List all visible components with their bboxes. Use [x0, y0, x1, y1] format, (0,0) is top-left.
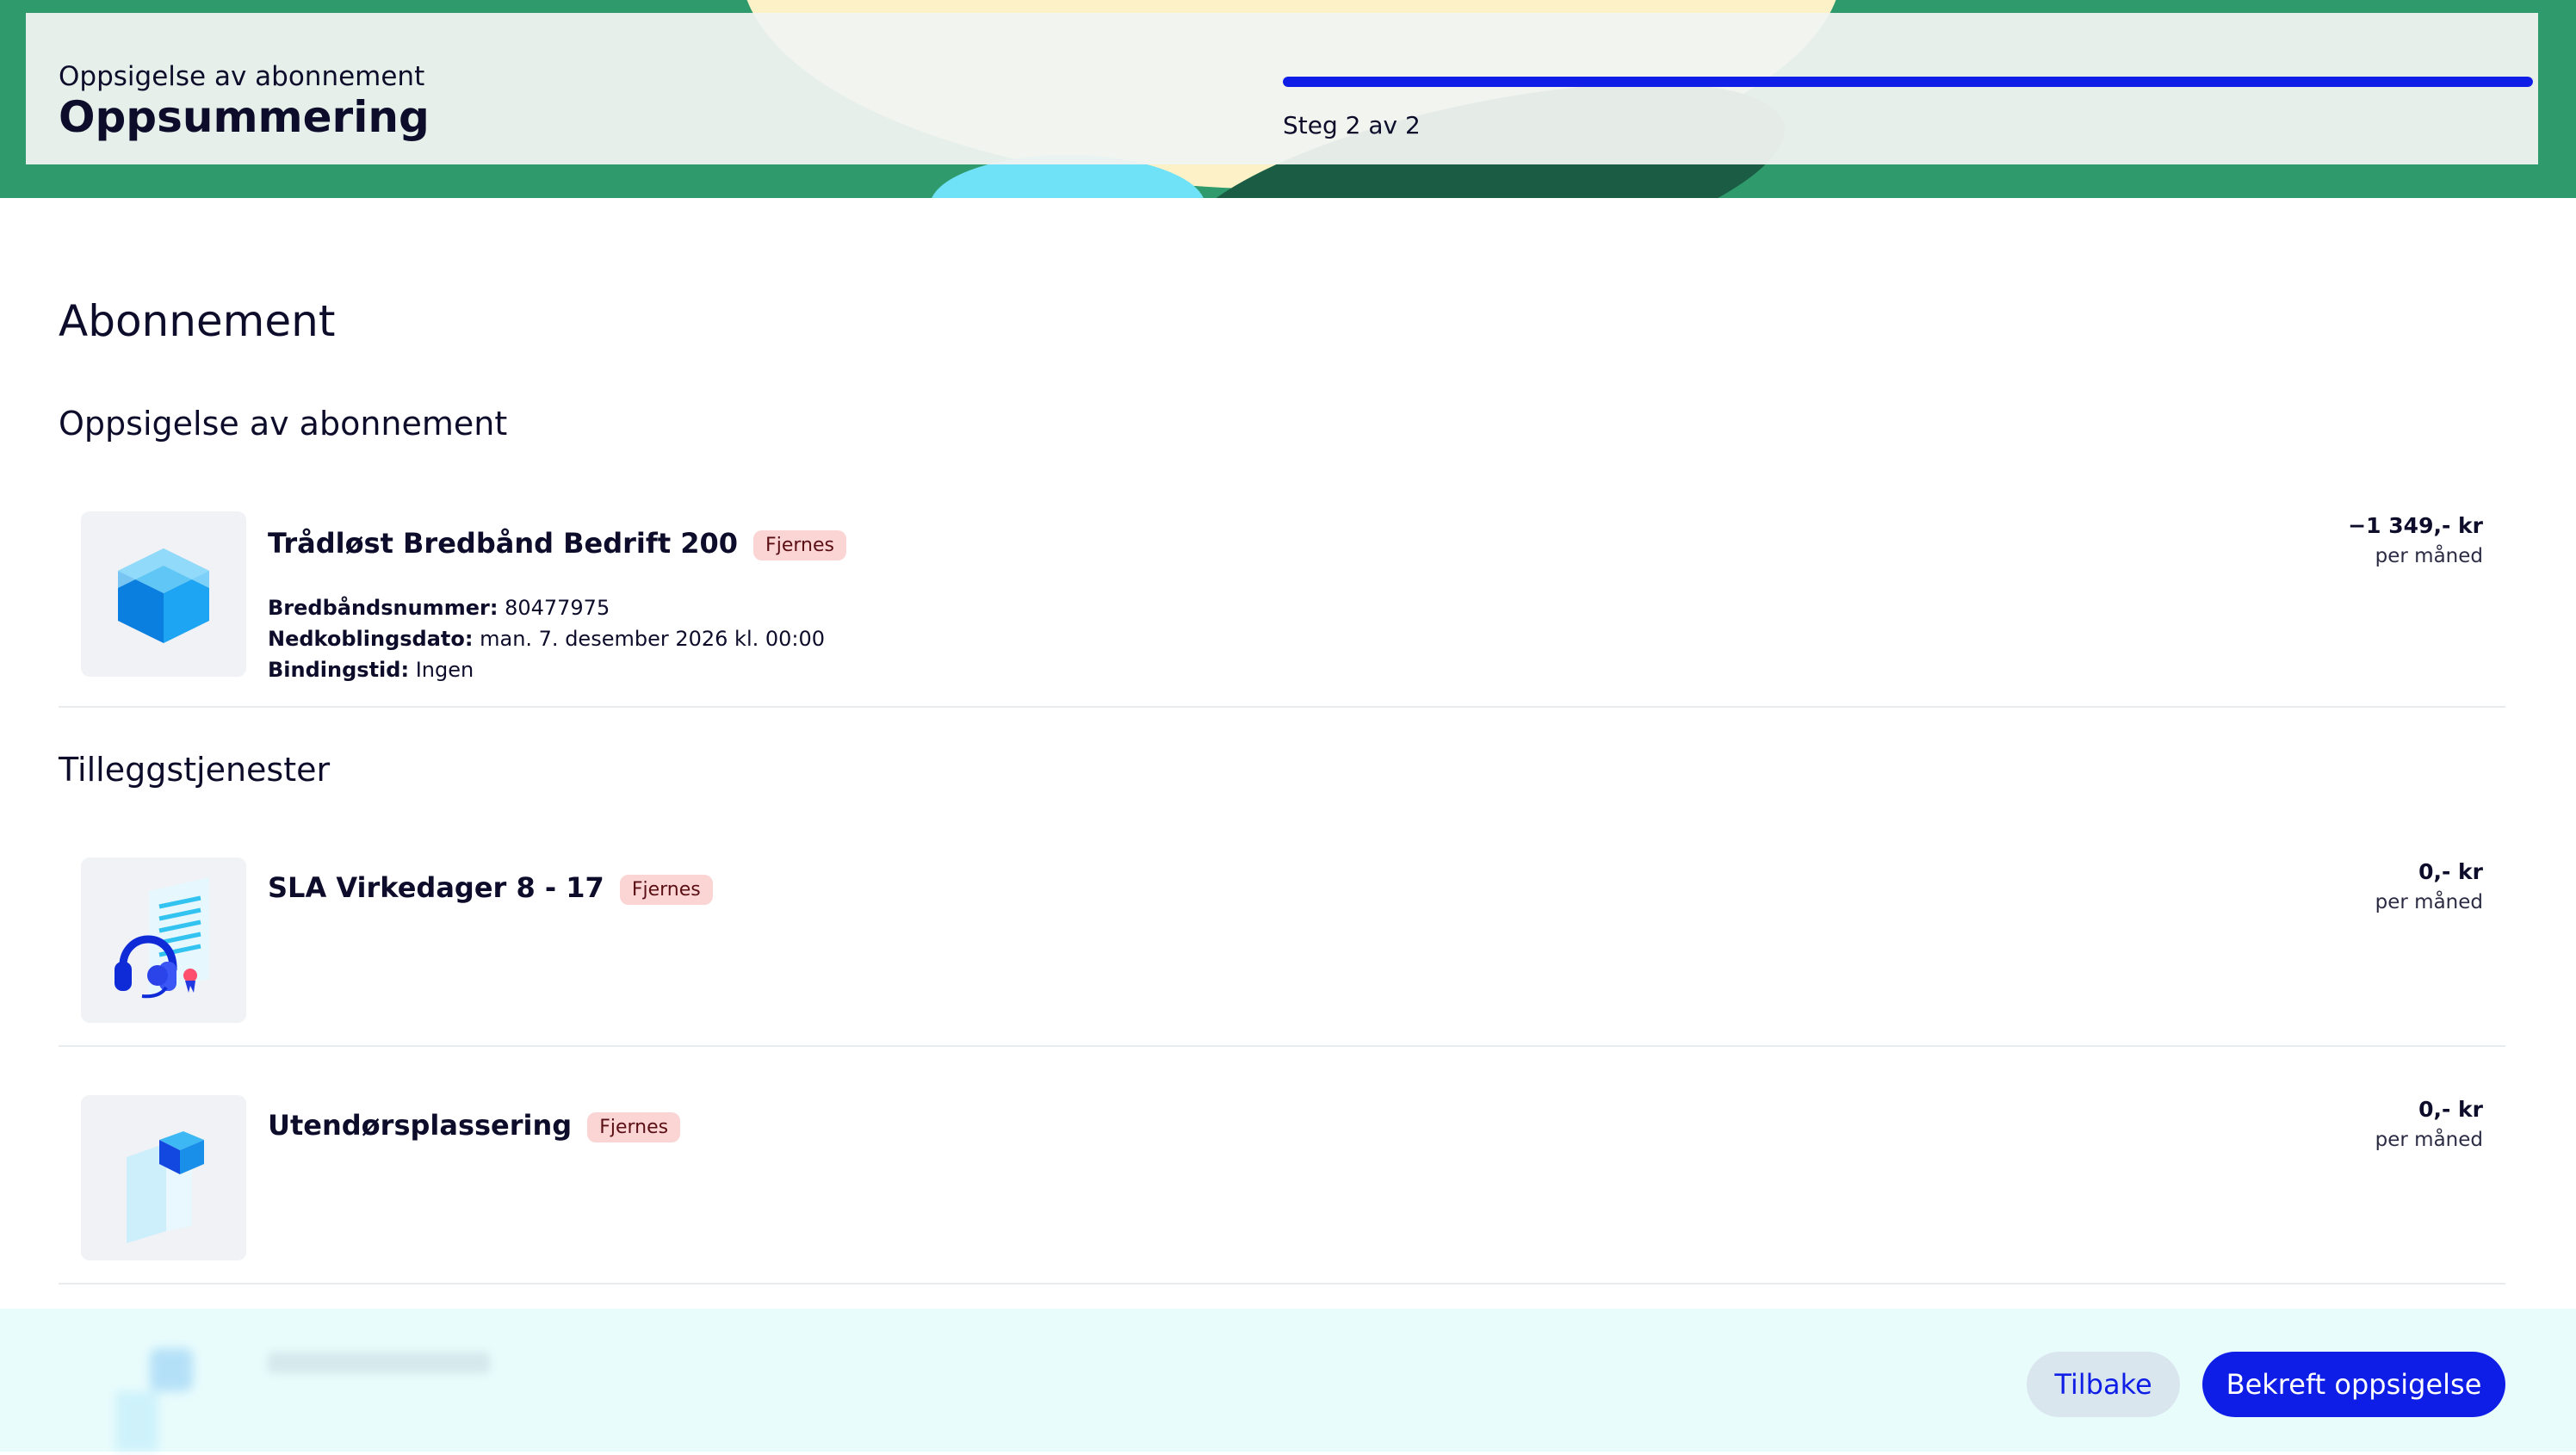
- headset-certificate-icon: [81, 858, 246, 1023]
- detail-value: man. 7. desember 2026 kl. 00:00: [480, 627, 826, 651]
- status-badge: Fjernes: [587, 1111, 681, 1142]
- addon-item: Utendørsplassering Fjernes 0,- kr per mån…: [59, 1093, 2505, 1285]
- cube-icon: [81, 511, 246, 677]
- price-amount: −1 349,- kr: [2348, 513, 2483, 538]
- detail-disconnect-date: Nedkoblingsdato: man. 7. desember 2026 k…: [268, 623, 825, 654]
- header-card: Oppsigelse av abonnement Oppsummering St…: [26, 13, 2538, 164]
- step-progress-fill: [1283, 77, 2533, 87]
- item-name: SLA Virkedager 8 - 17 Fjernes: [268, 871, 713, 905]
- status-badge: Fjernes: [753, 529, 846, 560]
- detail-label: Bredbåndsnummer:: [268, 596, 498, 620]
- faded-item-thumbnail: [81, 1340, 245, 1452]
- status-badge: Fjernes: [619, 874, 713, 905]
- item-price: 0,- kr per måned: [2375, 859, 2483, 913]
- subscription-group-title: Oppsigelse av abonnement: [59, 405, 508, 443]
- detail-broadband-number: Bredbåndsnummer: 80477975: [268, 592, 825, 623]
- back-button[interactable]: Tilbake: [2027, 1352, 2180, 1417]
- price-period: per måned: [2375, 891, 2483, 913]
- step-progress-bar: [1283, 77, 2533, 87]
- page-title: Oppsummering: [59, 92, 430, 142]
- confirm-cancellation-button[interactable]: Bekreft oppsigelse: [2202, 1352, 2505, 1417]
- outdoor-blocks-icon: [81, 1095, 246, 1260]
- header-hero-background: Oppsigelse av abonnement Oppsummering St…: [0, 0, 2576, 198]
- price-amount: 0,- kr: [2418, 859, 2483, 884]
- item-name-text: Trådløst Bredbånd Bedrift 200: [268, 527, 739, 560]
- detail-value: Ingen: [415, 658, 474, 682]
- faded-item-name: [267, 1352, 491, 1374]
- item-name-text: Utendørsplassering: [268, 1109, 573, 1142]
- addon-item: SLA Virkedager 8 - 17 Fjernes 0,- kr per …: [59, 856, 2505, 1047]
- header-kicker: Oppsigelse av abonnement: [59, 61, 425, 92]
- item-name: Trådløst Bredbånd Bedrift 200 Fjernes: [268, 527, 846, 560]
- step-progress-label: Steg 2 av 2: [1283, 111, 1421, 139]
- item-name-text: SLA Virkedager 8 - 17: [268, 871, 604, 904]
- item-price: 0,- kr per måned: [2375, 1097, 2483, 1151]
- detail-label: Nedkoblingsdato:: [268, 627, 474, 651]
- section-title: Abonnement: [59, 296, 336, 346]
- price-amount: 0,- kr: [2418, 1097, 2483, 1122]
- item-price: −1 349,- kr per måned: [2348, 513, 2483, 567]
- addons-group-title: Tilleggstjenester: [59, 751, 331, 789]
- subscription-item: Trådløst Bredbånd Bedrift 200 Fjernes Bre…: [59, 508, 2505, 708]
- price-period: per måned: [2375, 545, 2483, 567]
- detail-value: 80477975: [505, 596, 610, 620]
- detail-label: Bindingstid:: [268, 658, 410, 682]
- item-name: Utendørsplassering Fjernes: [268, 1109, 681, 1142]
- item-details: Bredbåndsnummer: 80477975 Nedkoblingsdat…: [268, 592, 825, 685]
- price-period: per måned: [2375, 1129, 2483, 1151]
- detail-binding-period: Bindingstid: Ingen: [268, 654, 825, 685]
- bottom-action-bar: Tilbake Bekreft oppsigelse: [0, 1309, 2576, 1452]
